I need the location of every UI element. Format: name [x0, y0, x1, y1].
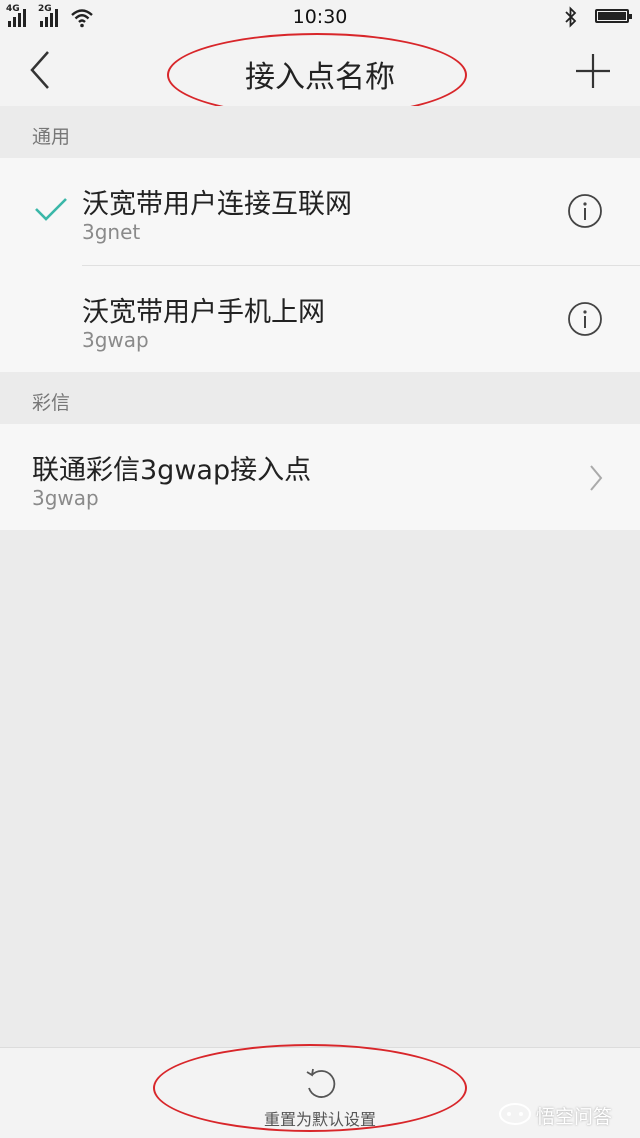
- mms-apn-item[interactable]: 联通彩信3gwap接入点 3gwap: [0, 424, 640, 530]
- status-bar: 4G 2G 10:30: [0, 0, 640, 34]
- info-icon: [568, 302, 602, 336]
- section-header-label: 彩信: [32, 392, 71, 414]
- annotation-ellipse-reset: [153, 1044, 467, 1132]
- apn-item-title: 联通彩信3gwap接入点: [32, 455, 312, 486]
- status-time: 10:30: [292, 6, 348, 28]
- chat-bubble-icon: [499, 1103, 531, 1125]
- info-icon: [568, 194, 602, 228]
- watermark: 悟空问答: [498, 1098, 638, 1130]
- section-header-mms: 彩信: [0, 372, 640, 424]
- section-header-general: 通用: [0, 106, 640, 158]
- apn-info-button[interactable]: [567, 193, 603, 229]
- apn-item-3gwap[interactable]: 沃宽带用户手机上网 3gwap: [0, 266, 640, 372]
- section-mms: 联通彩信3gwap接入点 3gwap: [0, 424, 640, 530]
- chevron-right-icon: [590, 465, 603, 491]
- watermark-text: 悟空问答: [536, 1106, 613, 1128]
- apn-item-subtitle: 3gnet: [82, 220, 141, 244]
- add-apn-button[interactable]: [572, 50, 614, 92]
- section-header-label: 通用: [32, 126, 71, 148]
- plus-icon: [576, 54, 610, 88]
- annotation-ellipse-title: [167, 33, 467, 117]
- check-icon: [35, 198, 67, 221]
- apn-item-3gnet[interactable]: 沃宽带用户连接互联网 3gnet: [0, 158, 640, 264]
- apn-item-title: 沃宽带用户连接互联网: [82, 189, 352, 220]
- bluetooth-icon: [565, 6, 577, 28]
- apn-item-title: 沃宽带用户手机上网: [82, 297, 325, 328]
- apn-item-subtitle: 3gwap: [82, 328, 149, 352]
- apn-info-button[interactable]: [567, 301, 603, 337]
- battery-icon: [595, 9, 632, 23]
- section-general: 沃宽带用户连接互联网 3gnet 沃宽带用户手机上网 3gwap: [0, 158, 640, 372]
- apn-item-subtitle: 3gwap: [32, 486, 99, 510]
